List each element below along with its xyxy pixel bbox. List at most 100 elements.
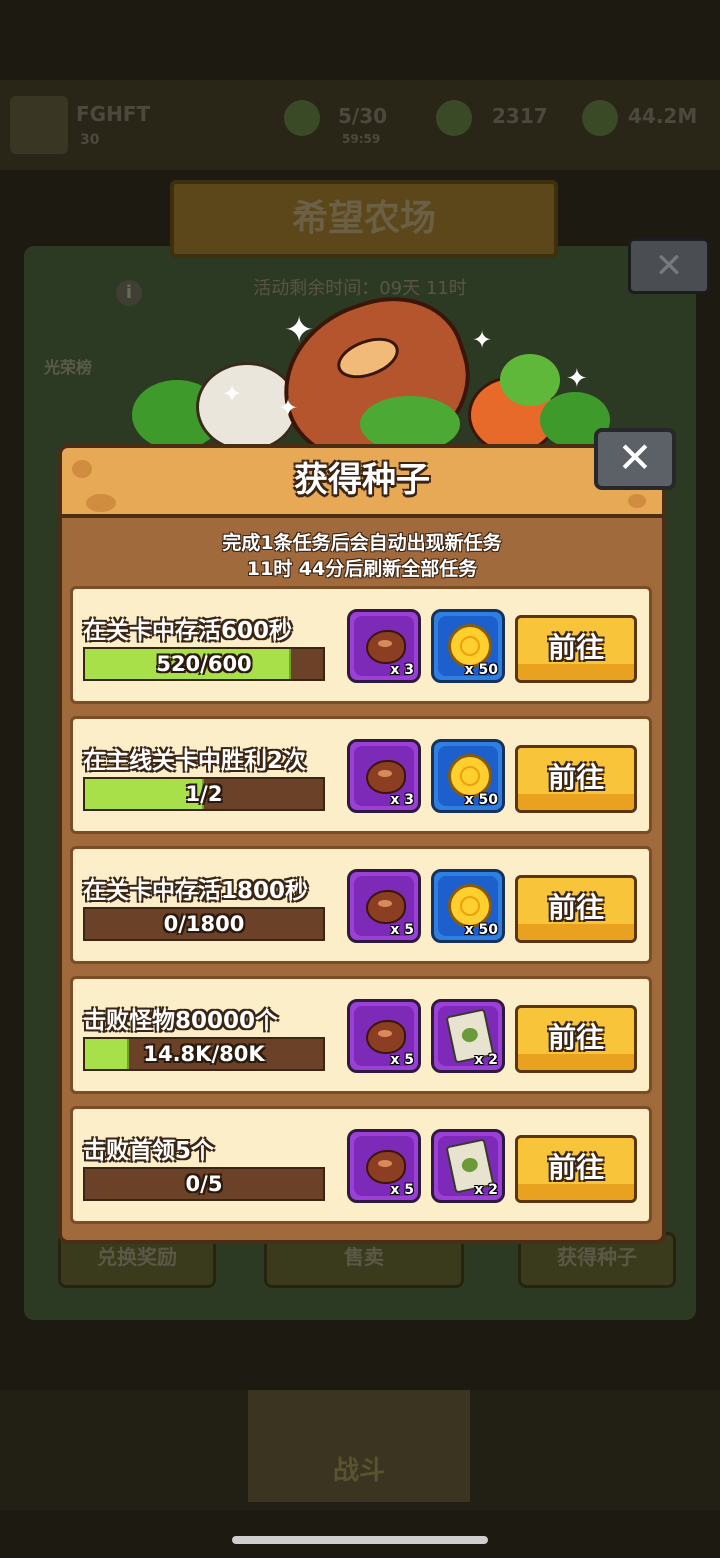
task-progress-bar: 0/1800: [83, 907, 325, 941]
task-title: 在关卡中存活600秒: [83, 618, 293, 644]
reward-quantity: x 5: [390, 1052, 414, 1068]
task-card: 击败首领5个 0/5 x 5 x 2 前往: [70, 1106, 652, 1224]
info-line-2: 11时 44分后刷新全部任务: [246, 558, 478, 580]
reward-quantity: x 2: [474, 1182, 498, 1198]
coin-icon: [582, 100, 618, 136]
home-indicator[interactable]: [232, 1536, 488, 1544]
button-shade: [518, 1054, 634, 1070]
coin-inner: [460, 896, 480, 916]
task-card: 击败怪物80000个 14.8K/80K x 5 x 2 前往: [70, 976, 652, 1094]
energy-icon: [284, 100, 320, 136]
reward-quantity: x 3: [390, 662, 414, 678]
go-button[interactable]: 前往: [515, 875, 637, 943]
task-title: 在主线关卡中胜利2次: [83, 748, 307, 774]
go-button[interactable]: 前往: [515, 1005, 637, 1073]
avatar: [10, 96, 68, 154]
task-progress-text: 1/2: [185, 782, 223, 806]
task-progress-text: 0/5: [185, 1172, 223, 1196]
info-icon: i: [116, 280, 142, 306]
button-shade: [518, 664, 634, 680]
event-banner: 希望农场: [170, 180, 558, 258]
close-button[interactable]: ✕: [594, 428, 676, 490]
task-progress-bar: 14.8K/80K: [83, 1037, 325, 1071]
task-progress-bar: 1/2: [83, 777, 325, 811]
go-button-label: 前往: [547, 631, 604, 664]
reward-quantity: x 5: [390, 1182, 414, 1198]
bean-highlight: [378, 1160, 392, 1167]
task-card: 在主线关卡中胜利2次 1/2 x 3 x 50 前往: [70, 716, 652, 834]
bean-icon: [366, 1020, 406, 1054]
sparkle-icon: ✦: [278, 394, 299, 422]
bean-icon: [366, 630, 406, 664]
task-title: 在关卡中存活1800秒: [83, 878, 309, 904]
button-shade: [518, 924, 634, 940]
task-progress-text: 520/600: [156, 652, 252, 676]
task-progress-text: 14.8K/80K: [143, 1042, 265, 1066]
go-button[interactable]: 前往: [515, 745, 637, 813]
event-title: 希望农场: [291, 198, 436, 239]
task-progress-bar: 520/600: [83, 647, 325, 681]
task-title: 击败首领5个: [83, 1138, 215, 1164]
gem-count: 2317: [492, 104, 548, 128]
reward-item[interactable]: x 5: [347, 999, 421, 1073]
button-shade: [518, 1184, 634, 1200]
go-button-label: 前往: [547, 891, 604, 924]
reward-quantity: x 5: [390, 922, 414, 938]
reward-quantity: x 2: [474, 1052, 498, 1068]
energy-timer: 59:59: [342, 132, 381, 146]
reward-item[interactable]: x 50: [431, 739, 505, 813]
task-progress-bar: 0/5: [83, 1167, 325, 1201]
go-button-label: 前往: [547, 1021, 604, 1054]
close-icon: ✕: [617, 433, 653, 482]
gem-icon: [436, 100, 472, 136]
reward-item[interactable]: x 5: [347, 1129, 421, 1203]
reward-item[interactable]: x 50: [431, 609, 505, 683]
info-line-1: 完成1条任务后会自动出现新任务: [222, 532, 502, 554]
bean-highlight: [378, 1030, 392, 1037]
reward-item[interactable]: x 2: [431, 1129, 505, 1203]
bean-icon: [366, 1150, 406, 1184]
reward-quantity: x 50: [464, 792, 498, 808]
reward-item[interactable]: x 50: [431, 869, 505, 943]
reward-quantity: x 3: [390, 792, 414, 808]
dialog-title: 获得种子: [294, 460, 430, 500]
reward-quantity: x 50: [464, 662, 498, 678]
reward-item[interactable]: x 5: [347, 869, 421, 943]
go-button-label: 前往: [547, 1151, 604, 1184]
task-progress-text: 0/1800: [163, 912, 245, 936]
coin-count: 44.2M: [628, 104, 698, 128]
top-status-bar: FGHFT 30 5/30 59:59 2317 44.2M: [0, 80, 720, 170]
sparkle-icon: ✦: [472, 326, 493, 354]
reward-quantity: x 50: [464, 922, 498, 938]
bean-icon: [366, 760, 406, 794]
go-button[interactable]: 前往: [515, 615, 637, 683]
energy-count: 5/30: [338, 104, 388, 128]
username: FGHFT: [76, 102, 151, 126]
bean-icon: [366, 890, 406, 924]
battle-tab: 战斗: [248, 1390, 470, 1502]
sparkle-icon: ✦: [284, 310, 315, 351]
reward-item[interactable]: x 2: [431, 999, 505, 1073]
sprout-icon: [460, 1026, 480, 1044]
player-level: 30: [80, 132, 100, 148]
event-timer: 活动剩余时间：09天 11时: [253, 278, 467, 299]
sparkle-icon: ✦: [222, 380, 243, 408]
battle-label: 战斗: [332, 1456, 385, 1486]
reward-item[interactable]: x 3: [347, 739, 421, 813]
get-seeds-dialog: 获得种子 ✕ 完成1条任务后会自动出现新任务 11时 44分后刷新全部任务 在关…: [58, 428, 676, 1244]
go-button[interactable]: 前往: [515, 1135, 637, 1203]
task-card: 在关卡中存活1800秒 0/1800 x 5 x 50 前往: [70, 846, 652, 964]
bean-highlight: [378, 640, 392, 647]
sparkle-icon: ✦: [566, 364, 588, 394]
coin-inner: [460, 766, 480, 786]
go-button-label: 前往: [547, 761, 604, 794]
button-shade: [518, 794, 634, 810]
task-card: 在关卡中存活600秒 520/600 x 3 x 50 前往: [70, 586, 652, 704]
sprout-icon: [460, 1156, 480, 1174]
reward-item[interactable]: x 3: [347, 609, 421, 683]
coin-inner: [460, 636, 480, 656]
task-title: 击败怪物80000个: [83, 1008, 279, 1034]
bean-highlight: [378, 770, 392, 777]
honor-label: 光荣榜: [44, 358, 93, 377]
bean-highlight: [378, 900, 392, 907]
